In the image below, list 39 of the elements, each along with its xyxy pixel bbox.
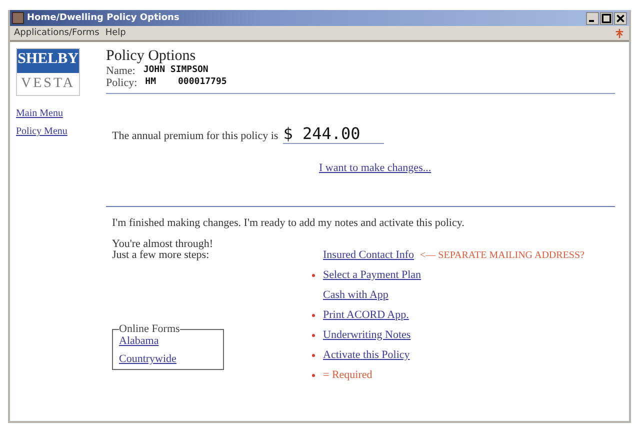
step-link[interactable]: Print ACORD App. bbox=[323, 309, 409, 321]
policy-type: HM bbox=[145, 77, 156, 89]
premium-label: The annual premium for this policy is bbox=[112, 130, 278, 142]
step-link[interactable]: Activate this Policy bbox=[323, 349, 410, 361]
policy-label: Policy: bbox=[106, 77, 138, 89]
sidebar-link[interactable]: Policy Menu bbox=[16, 126, 68, 137]
window-title: Home/Dwelling Policy Options bbox=[27, 13, 180, 23]
premium-field: $ 244.00 bbox=[283, 124, 384, 144]
annotation-text: <— SEPARATE MAILING ADDRESS? bbox=[420, 250, 584, 260]
close-button[interactable] bbox=[614, 12, 627, 24]
step-link[interactable]: Insured Contact Info bbox=[323, 249, 414, 261]
finished-text: I'm finished making changes. I'm ready to add my notes and activate this policy. bbox=[106, 206, 615, 229]
sidebar-link[interactable]: Main Menu bbox=[16, 108, 63, 119]
intro-text: Just a few more steps: bbox=[112, 250, 210, 261]
insured-name: JOHN SIMPSON bbox=[143, 65, 208, 77]
close-icon bbox=[615, 12, 626, 24]
menu-item[interactable]: Help bbox=[105, 28, 126, 38]
policy-number: 000017795 bbox=[178, 77, 227, 89]
pin-icon[interactable] bbox=[614, 28, 625, 38]
page-title: Policy Options bbox=[106, 48, 197, 65]
app-icon bbox=[12, 12, 24, 24]
minimize-button[interactable] bbox=[586, 12, 599, 24]
required-bullet bbox=[312, 374, 315, 376]
menu-item[interactable]: Applications/Forms bbox=[14, 28, 100, 38]
step-link[interactable]: Underwriting Notes bbox=[323, 329, 411, 341]
form-link[interactable]: Alabama bbox=[119, 335, 159, 347]
maximize-button[interactable] bbox=[600, 12, 613, 24]
maximize-icon bbox=[601, 12, 612, 24]
panel-title: Online Forms bbox=[119, 323, 180, 335]
name-label: Name: bbox=[106, 65, 136, 77]
intro-text: You're almost through! bbox=[112, 239, 214, 250]
legend-text: = Required bbox=[323, 369, 372, 381]
form-link[interactable]: Countrywide bbox=[119, 353, 176, 365]
logo-text: SHELBY bbox=[17, 49, 79, 73]
step-link[interactable]: Select a Payment Plan bbox=[323, 269, 422, 281]
minimize-icon bbox=[589, 20, 594, 22]
logo-text: VESTA bbox=[20, 75, 76, 93]
change-link[interactable]: I want to make changes... bbox=[319, 162, 432, 174]
step-link[interactable]: Cash with App bbox=[323, 289, 388, 301]
